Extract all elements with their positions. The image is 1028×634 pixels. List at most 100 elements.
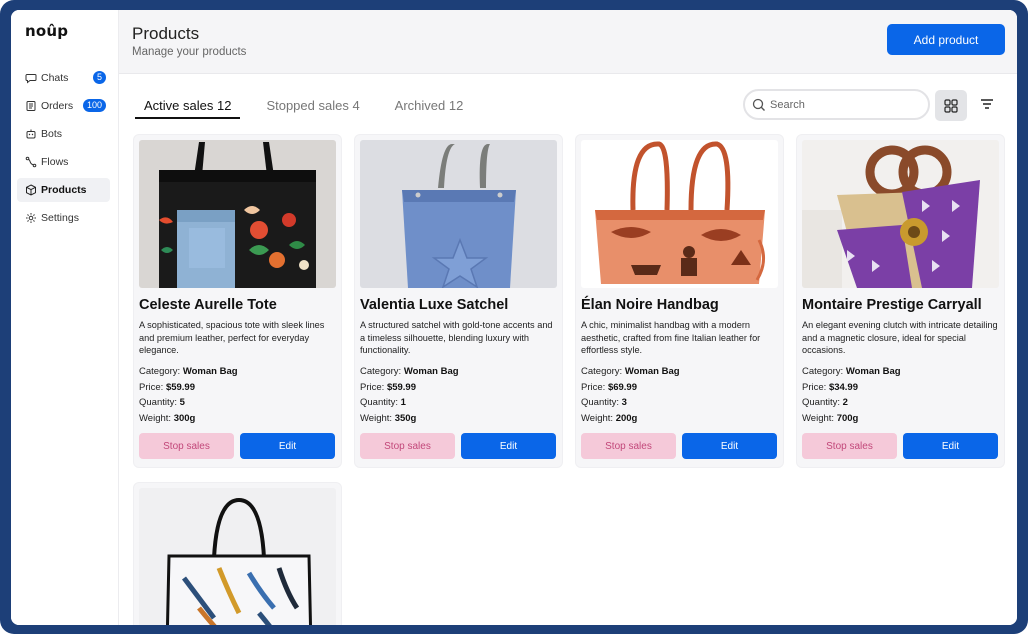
sort-icon [981,99,993,109]
orders-count-badge: 100 [82,99,106,112]
category-value: Woman Bag [624,366,680,377]
search-input[interactable] [770,98,920,111]
weight-label: Weight: [139,412,172,424]
quantity-label: Quantity: [139,397,178,409]
sidebar-item-label: Flows [41,156,69,168]
page-header: Products Manage your products Add produc… [119,10,1017,74]
app-window: noûp Chats 5 Orders 100 Bots Flows Produ… [11,10,1017,625]
product-image [139,140,336,288]
sidebar-item-bots[interactable]: Bots [17,122,110,146]
edit-button[interactable]: Edit [903,433,998,459]
product-tabs: Active sales 12 Stopped sales 4 Archived… [135,98,489,119]
search-icon [752,98,765,111]
price-value: $59.99 [386,381,416,393]
quantity-label: Quantity: [360,397,399,409]
card-actions: Stop sales Edit [581,433,777,459]
device-frame: noûp Chats 5 Orders 100 Bots Flows Produ… [0,0,1028,634]
product-meta: Category: Woman Bag Price: $59.99 Quanti… [360,366,557,428]
weight-value: 300g [173,412,196,424]
quantity-label: Quantity: [581,397,620,409]
search-box[interactable] [743,89,930,120]
product-description: A sophisticated, spacious tote with slee… [139,320,325,355]
sidebar-item-label: Bots [41,128,63,140]
weight-label: Weight: [360,412,393,424]
weight-value: 700g [836,412,859,424]
edit-button[interactable]: Edit [461,433,556,459]
category-value: Woman Bag [403,366,459,377]
add-product-button[interactable]: Add product [887,24,1005,55]
price-value: $69.99 [607,381,637,393]
product-meta: Category: Woman Bag Price: $69.99 Quanti… [581,366,778,428]
stop-sales-button[interactable]: Stop sales [581,433,676,459]
sidebar-item-label: Chats [41,72,69,84]
app-logo: noûp [25,22,69,40]
bot-icon [25,128,37,140]
price-label: Price: [139,381,164,393]
card-actions: Stop sales Edit [360,433,556,459]
sidebar-item-label: Settings [41,212,79,224]
weight-label: Weight: [802,412,835,424]
product-name: Élan Noire Handbag [581,297,719,313]
stop-sales-button[interactable]: Stop sales [139,433,234,459]
price-label: Price: [802,381,827,393]
category-label: Category: [581,366,623,377]
product-card[interactable]: Valentia Luxe Satchel A structured satch… [354,134,563,468]
quantity-value: 2 [842,397,848,409]
product-meta: Category: Woman Bag Price: $59.99 Quanti… [139,366,336,428]
product-name: Valentia Luxe Satchel [360,297,509,313]
sidebar-item-label: Orders [41,100,74,112]
grid-icon [944,98,958,113]
sidebar-item-orders[interactable]: Orders 100 [17,94,110,118]
product-image [139,488,336,625]
tab-active-sales[interactable]: Active sales 12 [135,98,241,119]
weight-value: 200g [615,412,638,424]
quantity-label: Quantity: [802,397,841,409]
sort-button[interactable] [979,96,995,112]
tab-stopped-sales[interactable]: Stopped sales 4 [257,98,368,119]
tab-archived[interactable]: Archived 12 [386,98,473,119]
product-image [802,140,999,288]
product-card[interactable] [133,482,342,625]
price-label: Price: [360,381,385,393]
sidebar-item-chats[interactable]: Chats 5 [17,66,110,90]
price-label: Price: [581,381,606,393]
card-actions: Stop sales Edit [802,433,998,459]
weight-value: 350g [394,412,417,424]
gear-icon [25,212,37,224]
flows-icon [25,156,37,168]
quantity-value: 1 [400,397,406,409]
product-card[interactable]: Élan Noire Handbag A chic, minimalist ha… [575,134,784,468]
card-actions: Stop sales Edit [139,433,335,459]
product-description: A structured satchel with gold-tone acce… [360,320,553,355]
product-description: An elegant evening clutch with intricate… [802,320,998,355]
quantity-value: 5 [179,397,185,409]
grid-view-button[interactable] [935,90,967,121]
category-label: Category: [802,366,844,377]
quantity-value: 3 [621,397,627,409]
category-value: Woman Bag [845,366,901,377]
stop-sales-button[interactable]: Stop sales [802,433,897,459]
product-description: A chic, minimalist handbag with a modern… [581,320,761,355]
stop-sales-button[interactable]: Stop sales [360,433,455,459]
product-card[interactable]: Montaire Prestige Carryall An elegant ev… [796,134,1005,468]
sidebar-item-label: Products [41,184,87,196]
product-name: Montaire Prestige Carryall [802,297,982,313]
product-image [581,140,778,288]
sidebar-item-flows[interactable]: Flows [17,150,110,174]
orders-icon [25,100,37,112]
edit-button[interactable]: Edit [682,433,777,459]
product-card[interactable]: Celeste Aurelle Tote A sophisticated, sp… [133,134,342,468]
box-icon [25,184,37,196]
chat-icon [25,72,37,84]
main-content: Products Manage your products Add produc… [119,10,1017,625]
product-meta: Category: Woman Bag Price: $34.99 Quanti… [802,366,999,428]
edit-button[interactable]: Edit [240,433,335,459]
price-value: $59.99 [165,381,195,393]
sidebar-item-products[interactable]: Products [17,178,110,202]
sidebar-item-settings[interactable]: Settings [17,206,110,230]
category-label: Category: [139,366,181,377]
category-value: Woman Bag [182,366,238,377]
chats-count-badge: 5 [92,71,106,84]
category-label: Category: [360,366,402,377]
sidebar: noûp Chats 5 Orders 100 Bots Flows Produ… [11,10,119,625]
